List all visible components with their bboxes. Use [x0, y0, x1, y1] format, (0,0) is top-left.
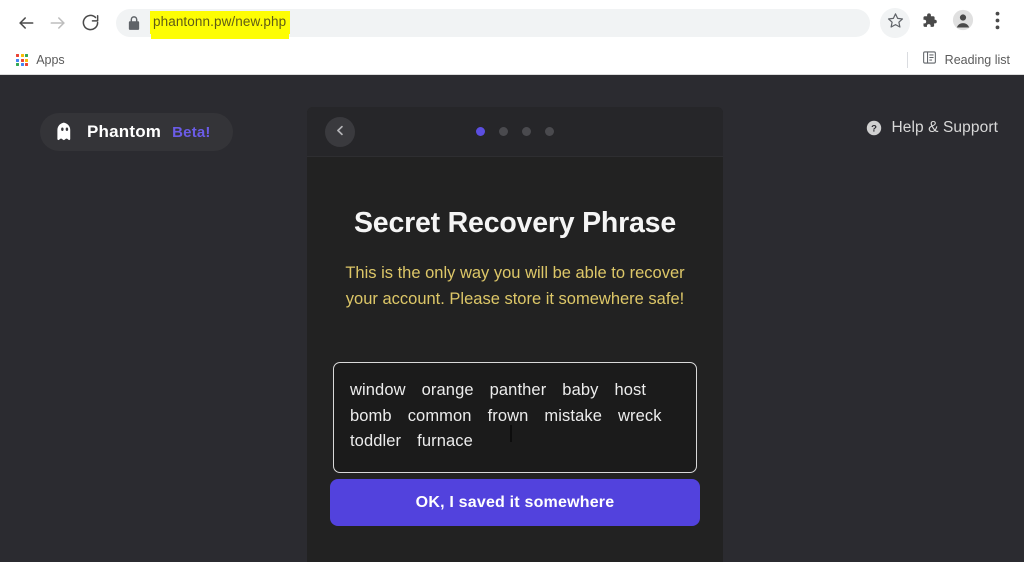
seed-word: panther [489, 381, 547, 400]
bookmark-item-apps[interactable]: Apps [10, 51, 71, 69]
bookmark-star-button[interactable] [880, 7, 910, 38]
browser-toolbar: phantonn.pw/new.php [0, 0, 1024, 45]
warning-text: This is the only way you will be able to… [345, 264, 685, 309]
ghost-icon [54, 121, 76, 143]
seed-word: mistake [544, 406, 602, 425]
help-and-support-link[interactable]: ? Help & Support [866, 119, 998, 137]
profile-button[interactable] [948, 8, 978, 38]
bookmarks-bar: Apps Reading list [0, 45, 1024, 75]
question-circle-icon: ? [866, 120, 882, 136]
page-title: Secret Recovery Phrase [354, 207, 676, 239]
bookmark-item-apps-label: Apps [36, 53, 65, 67]
profile-avatar-icon [952, 9, 974, 36]
step-dot-4[interactable] [545, 127, 554, 136]
step-dot-3[interactable] [522, 127, 531, 136]
seed-word: host [614, 381, 647, 400]
extensions-button[interactable] [914, 8, 944, 38]
seed-word: common [407, 406, 472, 425]
bookmark-star-icon [887, 12, 904, 34]
phantom-brand-name: Phantom [87, 122, 162, 141]
page-content: Phantom Beta! ? Help & Support Secret Re… [0, 75, 1024, 562]
step-indicator [307, 127, 723, 136]
reading-list-button[interactable]: Reading list [916, 48, 1016, 72]
seed-word: furnace [417, 432, 473, 451]
bookmarks-separator [906, 52, 908, 68]
seed-word: window [350, 381, 406, 400]
seed-word: bomb [350, 406, 392, 425]
text-cursor-icon [510, 425, 512, 443]
phantom-brand[interactable]: Phantom Beta! [40, 113, 233, 151]
chrome-divider [0, 74, 1024, 75]
recovery-phrase-modal: Secret Recovery Phrase This is the only … [307, 107, 723, 562]
screenshot-root: phantonn.pw/new.php Apps Reading list Ph… [0, 0, 1024, 562]
modal-body: Secret Recovery Phrase This is the only … [307, 207, 723, 562]
browser-chrome: phantonn.pw/new.php Apps Reading list [0, 0, 1024, 75]
address-bar-url[interactable]: phantonn.pw/new.php [150, 11, 291, 34]
reload-button[interactable] [74, 7, 106, 39]
phantom-beta-badge: Beta! [172, 123, 211, 141]
seed-word: wreck [617, 406, 662, 425]
seed-word: toddler [350, 432, 402, 451]
reading-list-icon [922, 50, 937, 70]
seed-phrase-box[interactable]: window orange panther baby host bomb common fro… [333, 362, 697, 473]
step-dot-1[interactable] [476, 127, 485, 136]
toolbar-right-actions [880, 7, 1014, 38]
reading-list-label: Reading list [944, 53, 1010, 67]
confirm-saved-button[interactable]: OK, I saved it somewhere [330, 479, 700, 526]
help-and-support-label: Help & Support [891, 119, 998, 136]
apps-grid-icon [16, 53, 29, 67]
modal-header [307, 107, 723, 157]
chrome-menu-button[interactable] [982, 8, 1012, 38]
extensions-puzzle-icon [921, 12, 938, 34]
forward-button[interactable] [42, 7, 74, 39]
reload-icon [81, 13, 100, 32]
seed-word: baby [562, 381, 599, 400]
seed-phrase-words: window orange panther baby host bomb common fro… [350, 379, 680, 454]
address-bar[interactable]: phantonn.pw/new.php [116, 8, 870, 37]
arrow-left-icon [16, 13, 36, 33]
svg-text:?: ? [872, 123, 878, 134]
arrow-right-icon [48, 13, 68, 33]
seed-word: orange [421, 381, 474, 400]
lock-icon [128, 15, 140, 30]
back-button[interactable] [10, 7, 42, 39]
seed-word: frown [487, 406, 529, 425]
bookmarks-bar-right: Reading list [906, 45, 1016, 75]
chrome-menu-icon [995, 11, 1000, 35]
step-dot-2[interactable] [499, 127, 508, 136]
